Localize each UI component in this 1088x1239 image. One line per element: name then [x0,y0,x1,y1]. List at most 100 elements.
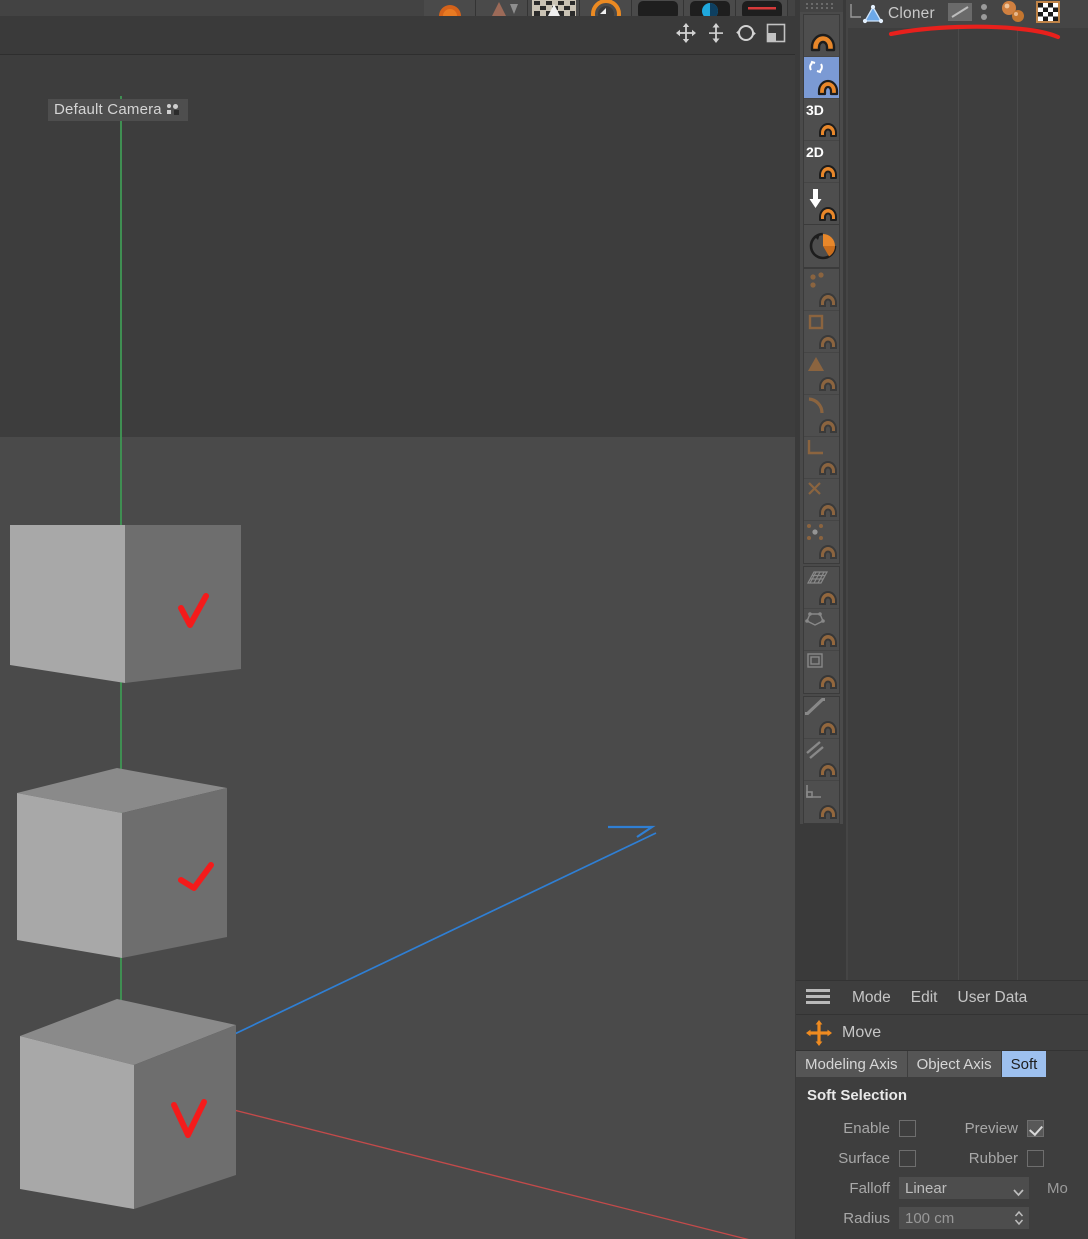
svg-text:3D: 3D [806,102,824,118]
attribute-tab-bar: Modeling Axis Object Axis Soft [796,1051,1088,1077]
move-view-tool[interactable] [675,22,697,44]
spline-button[interactable] [736,0,788,16]
snap-guide-group [803,566,840,694]
cinema4d-window: Default Camera 3D 2D Cloner Mode Edit Us… [0,0,1088,1239]
hamburger-menu-icon[interactable] [806,988,830,1007]
snap-project[interactable] [804,183,839,225]
vertex-snap[interactable] [804,269,839,311]
viewport[interactable]: Default Camera [0,16,795,1239]
enable-snapping[interactable] [804,15,839,57]
enable-label: Enable [843,1119,890,1137]
attribute-object-name: Move [842,1023,882,1041]
attribute-object-line: Move [796,1015,1088,1051]
attribute-menubar: Mode Edit User Data [796,981,1088,1015]
snap-dynamic-group [803,696,840,824]
orange-spheres-icon[interactable] [999,0,1029,29]
object-manager-left-rail [846,28,848,980]
snap-2d[interactable]: 2D [804,141,839,183]
mode-menu[interactable]: Mode [842,989,901,1007]
camera-dots-icon [166,104,182,115]
object-name-label: Cloner [888,5,935,22]
polygon-snap[interactable] [804,353,839,395]
snap-quantize-group [803,224,840,268]
radius-input[interactable]: 100 cm [899,1207,1029,1229]
light-button[interactable] [580,0,632,16]
attribute-content: Soft Selection Enable Preview Surface Ru… [796,1077,1088,1239]
red-check-annotation-1 [178,593,209,628]
perpendicular-snap[interactable] [804,697,839,739]
clone-cube-1[interactable] [8,483,243,698]
falloff-dropdown[interactable]: Linear [899,1177,1029,1199]
red-check-annotation-3 [171,1099,207,1138]
svg-text:2D: 2D [806,144,824,160]
maximize-view-tool[interactable] [765,22,787,44]
falloff-value: Linear [905,1179,947,1197]
radius-value: 100 cm [905,1209,955,1227]
red-check-annotation-2 [178,862,214,891]
floor-button[interactable] [632,0,684,16]
row-falloff: Falloff Linear Mo [796,1173,1088,1203]
object-manager-body[interactable] [846,28,1088,980]
cloner-triangle-icon[interactable] [862,0,884,28]
midpoint-snap[interactable] [804,521,839,563]
toolbar-left-spacer [0,0,424,16]
tab-object-axis[interactable]: Object Axis [907,1051,1002,1077]
tab-soft-selection[interactable]: Soft [1001,1051,1048,1077]
edit-menu[interactable]: Edit [901,989,948,1007]
preview-checkbox[interactable] [1027,1119,1044,1137]
spinner-arrows-icon[interactable] [1014,1210,1024,1226]
enable-checkbox[interactable] [899,1119,916,1137]
grid-point-snap[interactable] [804,567,839,609]
edge-snap[interactable] [804,311,839,353]
viewport-tool-group [675,22,787,44]
row-radius: Radius 100 cm [796,1203,1088,1233]
snap-master-group: 3D 2D [803,14,840,226]
camera-button[interactable] [684,0,736,16]
snap-3d[interactable]: 3D [804,99,839,141]
rotate-view-tool[interactable] [735,22,757,44]
render-view-button[interactable] [424,0,476,16]
object-tag-group [947,0,1061,29]
snap-component-group [803,268,840,564]
tab-modeling-axis[interactable]: Modeling Axis [796,1051,908,1077]
chevron-down-icon [1013,1184,1024,1197]
radius-label: Radius [843,1209,890,1227]
parallel-snap[interactable] [804,739,839,781]
checkerboard-icon[interactable] [1035,0,1061,29]
two-dots-icon[interactable] [979,1,989,28]
render-settings-button[interactable] [476,0,528,16]
spline-snap[interactable] [804,395,839,437]
object-row-cloner[interactable]: Cloner [846,0,1088,28]
axis-snap[interactable] [804,437,839,479]
mode-truncated-label: Mo [1047,1179,1068,1197]
quantize-snap[interactable] [804,225,839,267]
surface-checkbox[interactable] [899,1149,916,1167]
guide-snap[interactable] [804,609,839,651]
intersection-snap[interactable] [804,479,839,521]
clone-cube-2[interactable] [12,755,230,965]
object-manager-column-divider-1[interactable] [958,28,959,980]
user-data-menu[interactable]: User Data [948,989,1038,1007]
camera-label-text: Default Camera [54,101,162,118]
default-camera-label[interactable]: Default Camera [48,99,188,121]
scale-view-tool[interactable] [705,22,727,44]
workplane-snap[interactable] [804,651,839,693]
falloff-label: Falloff [849,1179,890,1197]
angle-snap[interactable] [804,781,839,823]
z-axis-line [221,825,657,1041]
hierarchy-corner-icon [846,0,862,28]
rubber-label: Rubber [968,1149,1018,1167]
layer-slash-icon[interactable] [947,2,973,27]
auto-snapping[interactable] [804,57,839,99]
object-manager-column-divider-2[interactable] [1017,28,1018,980]
viewport-header [0,16,795,55]
top-toolbar [0,0,795,16]
object-manager: Cloner [846,0,1088,980]
rubber-checkbox[interactable] [1027,1149,1044,1167]
checker-material-button[interactable] [528,0,580,16]
snap-toolbar: 3D 2D [800,0,843,824]
snap-toolbar-grip[interactable] [800,0,843,12]
x-axis-line [193,1099,749,1239]
viewport-scene[interactable]: Default Camera [0,55,795,1239]
row-enable-preview: Enable Preview [796,1113,1088,1143]
